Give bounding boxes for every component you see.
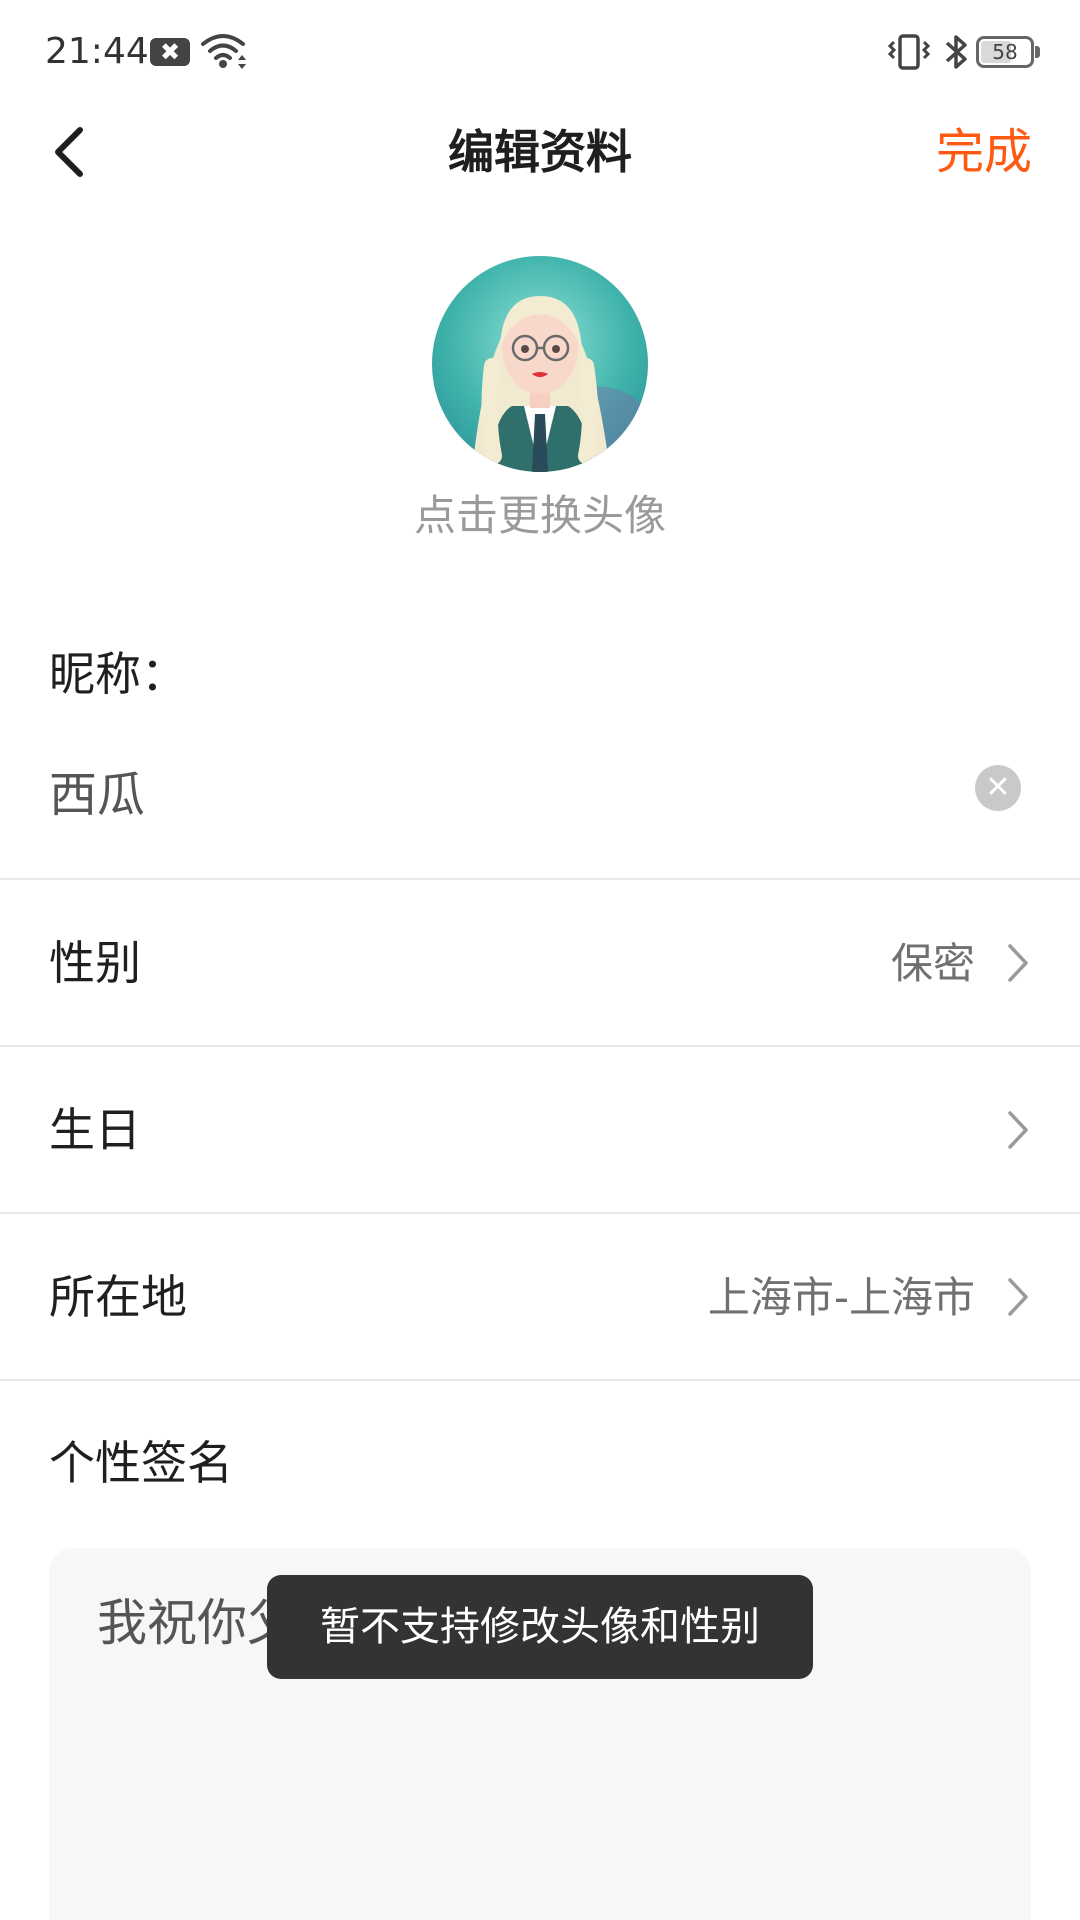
- row-location-value: 上海市-上海市: [707, 1273, 975, 1322]
- divider: [0, 1379, 1080, 1381]
- row-birthday-label: 生日: [49, 1103, 141, 1157]
- row-location-label: 所在地: [49, 1270, 187, 1324]
- toast-message: 暂不支持修改头像和性别: [267, 1575, 813, 1679]
- wifi-icon: [201, 34, 246, 69]
- page-title: 编辑资料: [448, 125, 632, 179]
- row-gender-label: 性别: [49, 936, 141, 990]
- status-bar: 21:44 ✖ 58: [0, 0, 1080, 104]
- notification-icon: ✖: [150, 38, 190, 66]
- nickname-label: 昵称：: [49, 647, 187, 701]
- vibrate-icon: [887, 34, 931, 70]
- done-button[interactable]: 完成: [936, 122, 1032, 182]
- clear-icon[interactable]: ✕: [975, 765, 1021, 811]
- chevron-right-icon: [1008, 1278, 1028, 1316]
- status-time: 21:44: [45, 31, 149, 72]
- nickname-input[interactable]: [49, 758, 949, 822]
- avatar[interactable]: [432, 256, 648, 472]
- edit-profile-screen: 21:44 ✖ 58 编辑资料 完成 点击更换头像 昵称： 西瓜 ✕ 性别 保密…: [0, 0, 1080, 1920]
- row-gender[interactable]: 性别 保密: [0, 880, 1080, 1046]
- battery-level: 58: [992, 40, 1018, 64]
- bluetooth-icon: [945, 35, 967, 69]
- row-birthday[interactable]: 生日: [0, 1047, 1080, 1213]
- battery-icon: 58: [976, 36, 1034, 68]
- signature-label: 个性签名: [49, 1436, 233, 1490]
- row-gender-value: 保密: [890, 939, 975, 988]
- top-bar: 编辑资料 完成: [0, 104, 1080, 200]
- row-location[interactable]: 所在地 上海市-上海市: [0, 1214, 1080, 1380]
- change-avatar-hint[interactable]: 点击更换头像: [0, 488, 1080, 544]
- chevron-right-icon: [1008, 1111, 1028, 1149]
- avatar-illustration: [432, 256, 648, 472]
- battery-cap: [1035, 46, 1040, 58]
- chevron-right-icon: [1008, 944, 1028, 982]
